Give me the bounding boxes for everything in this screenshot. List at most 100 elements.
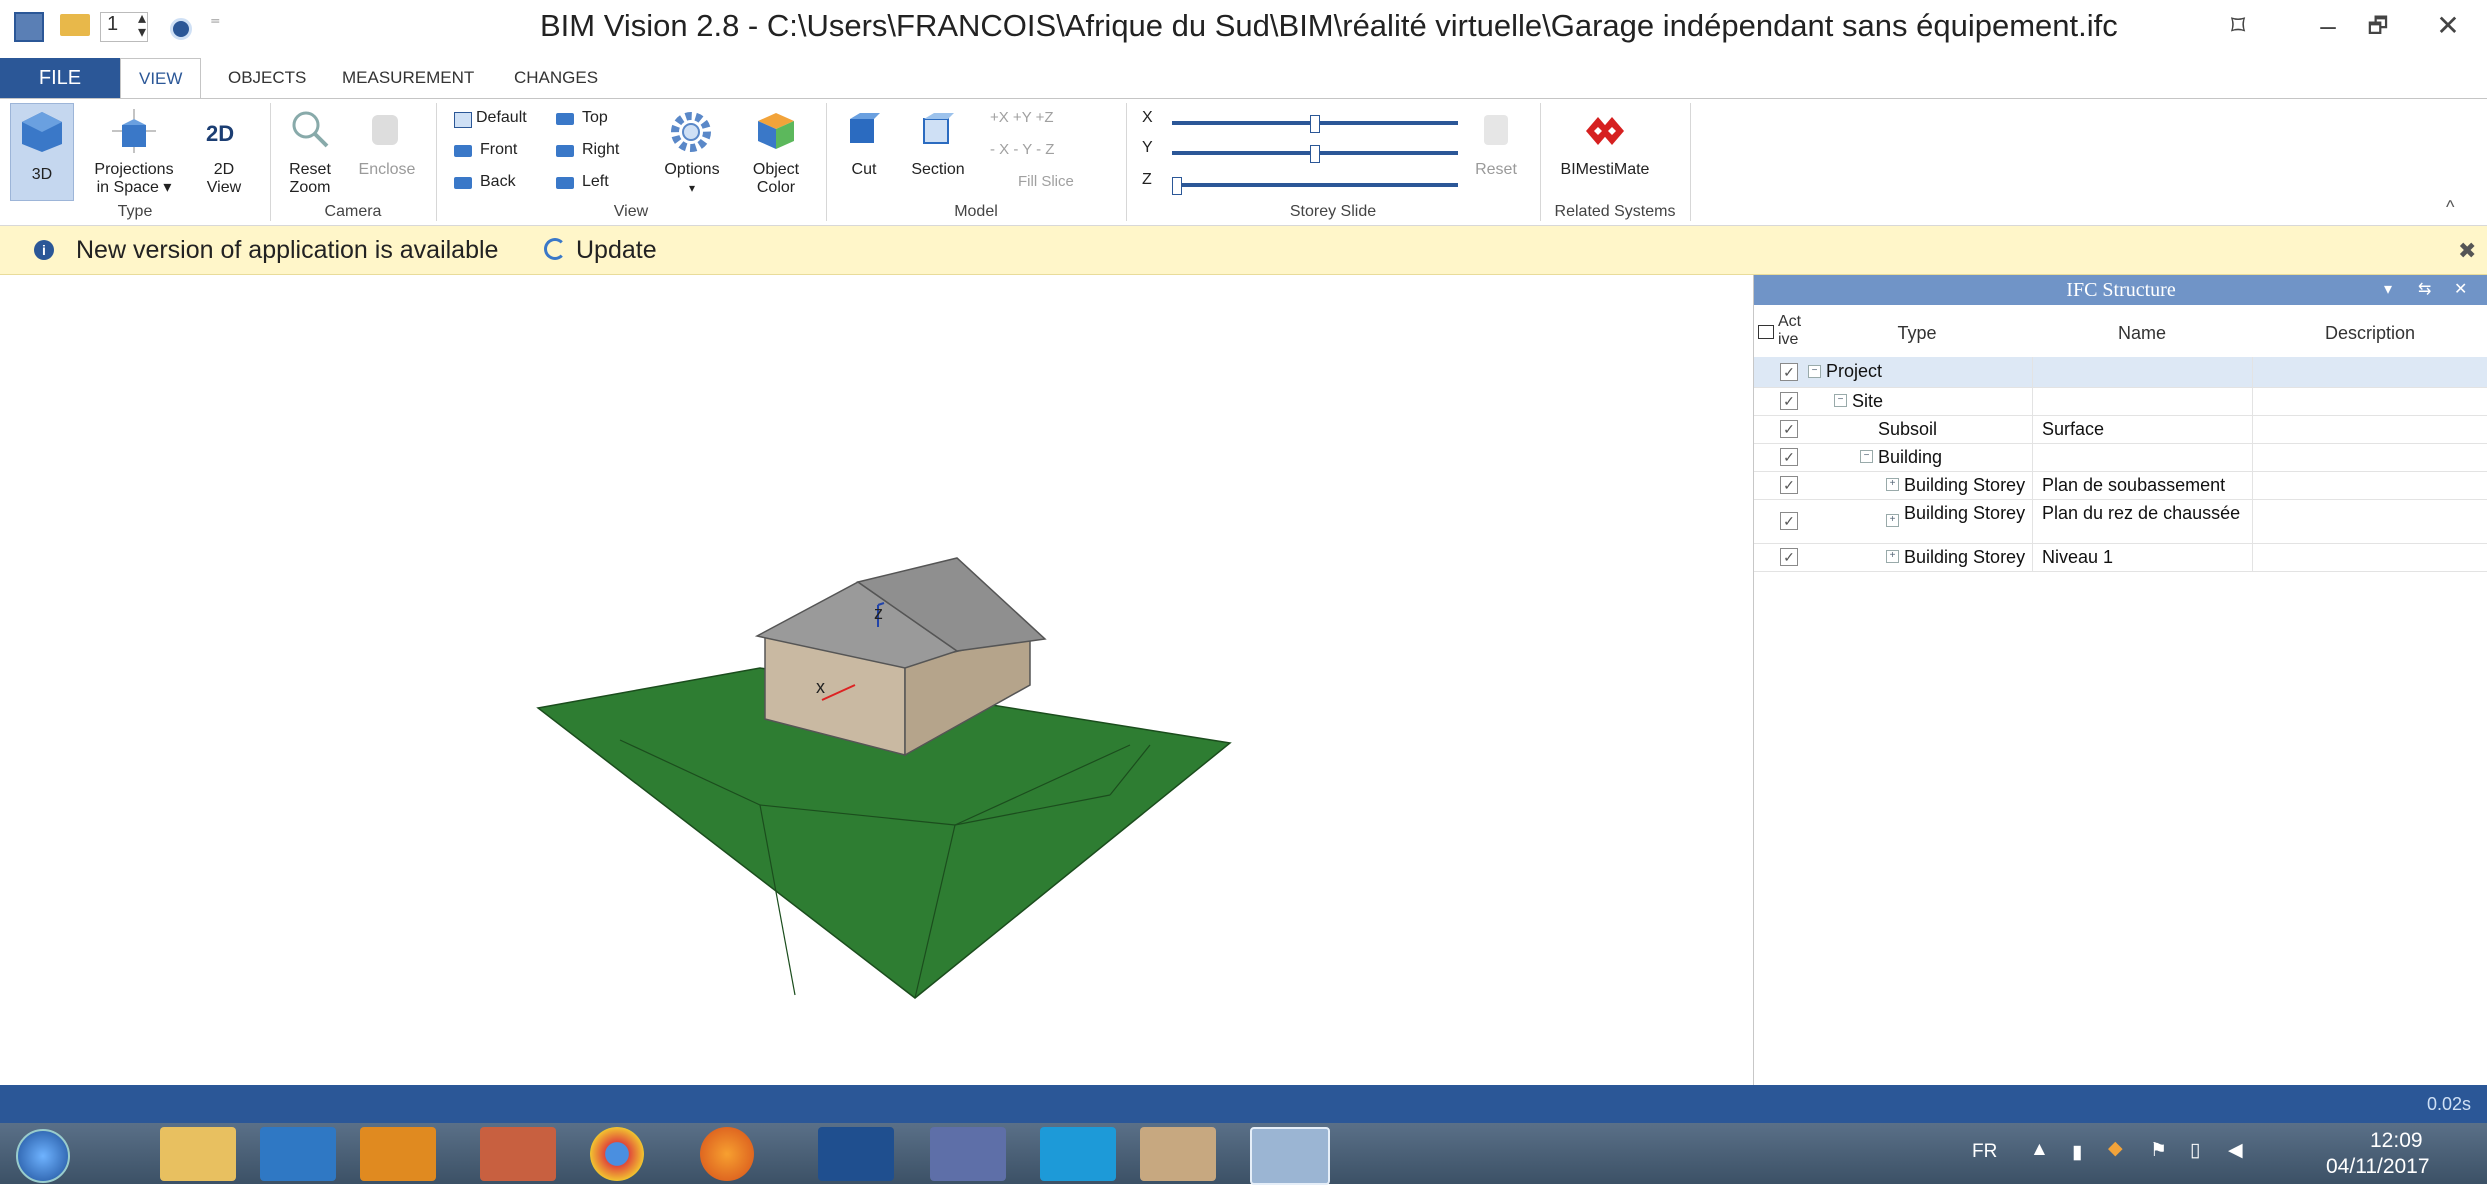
volume-icon[interactable]: ◀: [2228, 1139, 2243, 1162]
slider-y-label: Y: [1142, 139, 1153, 156]
active-checkbox[interactable]: ✓: [1780, 420, 1798, 438]
btn-reset-zoom[interactable]: Reset Zoom: [280, 103, 340, 199]
btn-fill-slice[interactable]: Fill Slice: [1018, 173, 1074, 190]
cell-divider: [2252, 387, 2253, 415]
tab-changes[interactable]: CHANGES: [496, 58, 616, 98]
panel-close-icon[interactable]: ✕: [2454, 279, 2467, 299]
expand-icon[interactable]: +: [1886, 514, 1899, 527]
paint-icon[interactable]: [480, 1127, 556, 1181]
panel-dropdown-icon[interactable]: ▾: [2384, 279, 2392, 299]
tab-file[interactable]: FILE: [0, 58, 120, 98]
show-hidden-icons[interactable]: ▲: [2030, 1139, 2049, 1161]
btn-bimestimate[interactable]: BIMestiMate: [1550, 103, 1660, 199]
slider-x[interactable]: [1172, 115, 1458, 133]
col-name-label: Name: [2117, 323, 2166, 343]
btn-section[interactable]: Section: [898, 103, 978, 199]
group-label-model: Model: [954, 203, 998, 220]
btn-projections[interactable]: Projections in Space ▾: [84, 103, 184, 199]
bim-vision-taskbar-icon[interactable]: [1250, 1127, 1330, 1185]
action-center-icon[interactable]: ⚑: [2150, 1139, 2167, 1162]
clock-date[interactable]: 04/11/2017: [2326, 1155, 2430, 1179]
active-checkbox[interactable]: ✓: [1780, 512, 1798, 530]
language-indicator[interactable]: FR: [1972, 1141, 1997, 1163]
tab-measurement[interactable]: MEASUREMENT: [324, 58, 492, 98]
btn-cut[interactable]: Cut: [834, 103, 894, 199]
btn-object-color[interactable]: Object Color: [738, 103, 814, 199]
tab-objects[interactable]: OBJECTS: [210, 58, 324, 98]
btn-view-back[interactable]: Back: [454, 173, 554, 195]
network-icon[interactable]: ◆: [2108, 1137, 2123, 1160]
firefox-icon[interactable]: [700, 1127, 754, 1181]
internet-explorer-icon[interactable]: [260, 1127, 336, 1181]
slider-y-thumb[interactable]: [1310, 145, 1320, 163]
btn-view-right[interactable]: Right: [556, 141, 646, 163]
btn-reset-slide[interactable]: Reset: [1466, 103, 1526, 199]
file-explorer-icon[interactable]: [160, 1127, 236, 1181]
ifc-tree-row[interactable]: ✓ Subsoil Surface: [1754, 415, 2487, 444]
active-checkbox[interactable]: ✓: [1780, 392, 1798, 410]
battery-icon[interactable]: ▯: [2190, 1139, 2200, 1162]
start-orb-icon[interactable]: [16, 1129, 70, 1183]
btn-view-front[interactable]: Front: [454, 141, 554, 163]
collapse-icon[interactable]: −: [1834, 394, 1847, 407]
active-checkbox[interactable]: ✓: [1780, 448, 1798, 466]
chrome-icon[interactable]: [590, 1127, 644, 1181]
notification-message: New version of application is available: [76, 236, 499, 264]
active-checkbox[interactable]: ✓: [1780, 548, 1798, 566]
ifc-tree-row[interactable]: ✓ − Project: [1754, 357, 2487, 388]
3d-viewport[interactable]: x z: [0, 275, 1752, 1085]
restore-down-button[interactable]: ⌑: [2210, 6, 2266, 46]
ifc-tree-row[interactable]: ✓ + Building Storey Plan de soubassement: [1754, 471, 2487, 500]
autocad-icon[interactable]: [818, 1127, 894, 1181]
office-icon[interactable]: [360, 1127, 436, 1181]
app-icon[interactable]: [14, 12, 44, 42]
spin-arrows-icon[interactable]: ▴ ▾: [138, 11, 146, 41]
ifc-name-cell: Plan du rez de chaussée: [2042, 503, 2241, 523]
enclose-icon: [372, 115, 398, 145]
skype-icon[interactable]: [1040, 1127, 1116, 1181]
ifc-tree-row[interactable]: ✓ + Building Storey Plan du rez de chaussée: [1754, 499, 2487, 544]
tab-view[interactable]: VIEW: [120, 58, 202, 101]
slider-y[interactable]: [1172, 145, 1458, 163]
notification-close-icon[interactable]: ✖: [2458, 238, 2476, 264]
plus-axis-buttons[interactable]: +X +Y +Z: [990, 109, 1054, 126]
btn-view-top[interactable]: Top: [556, 109, 636, 131]
expand-icon[interactable]: +: [1886, 478, 1899, 491]
expand-icon[interactable]: +: [1886, 550, 1899, 563]
panel-pin-icon[interactable]: ⇆: [2418, 279, 2431, 299]
collapse-icon[interactable]: −: [1808, 365, 1821, 378]
customize-quick-access-icon[interactable]: ⁼: [210, 12, 221, 40]
active-checkbox[interactable]: ✓: [1780, 476, 1798, 494]
btn-enclose[interactable]: Enclose: [350, 103, 424, 199]
btn-view-default[interactable]: Default: [454, 109, 564, 131]
btn-options[interactable]: Options ▾: [652, 103, 732, 199]
slider-z[interactable]: [1172, 177, 1458, 195]
slider-z-thumb[interactable]: [1172, 177, 1182, 195]
col-header-type[interactable]: Type: [1802, 309, 2033, 358]
archive-app-icon[interactable]: [1140, 1127, 1216, 1181]
minus-axis-buttons[interactable]: - X - Y - Z: [990, 141, 1054, 158]
btn-view-left[interactable]: Left: [556, 173, 646, 195]
minimize-button[interactable]: –: [2300, 6, 2356, 46]
slider-x-thumb[interactable]: [1310, 115, 1320, 133]
collapse-icon[interactable]: −: [1860, 450, 1873, 463]
update-link[interactable]: Update: [576, 236, 657, 265]
col-header-description[interactable]: Description: [2252, 309, 2487, 358]
visibility-toggle-icon[interactable]: [170, 18, 192, 40]
clock-time[interactable]: 12:09: [2370, 1129, 2423, 1153]
maximize-button[interactable]: 🗗: [2350, 6, 2406, 46]
btn-2d-view[interactable]: 2D 2D View: [194, 103, 254, 199]
curve-app-icon[interactable]: [930, 1127, 1006, 1181]
collapse-ribbon-icon[interactable]: ^: [2446, 197, 2454, 218]
signal-icon[interactable]: ▮: [2072, 1141, 2082, 1164]
col-header-name[interactable]: Name: [2032, 309, 2253, 358]
active-checkbox[interactable]: ✓: [1780, 363, 1798, 381]
close-button[interactable]: ✕: [2420, 6, 2476, 46]
ifc-tree-row[interactable]: ✓ + Building Storey Niveau 1: [1754, 543, 2487, 572]
btn-3d[interactable]: 3D: [10, 103, 74, 201]
ifc-tree-row[interactable]: ✓ − Building: [1754, 443, 2487, 472]
column-chooser-icon[interactable]: [1758, 325, 1774, 339]
ifc-tree-row[interactable]: ✓ − Site: [1754, 387, 2487, 416]
open-folder-icon[interactable]: [60, 14, 90, 36]
col-header-active[interactable]: Act ive: [1776, 309, 1803, 358]
